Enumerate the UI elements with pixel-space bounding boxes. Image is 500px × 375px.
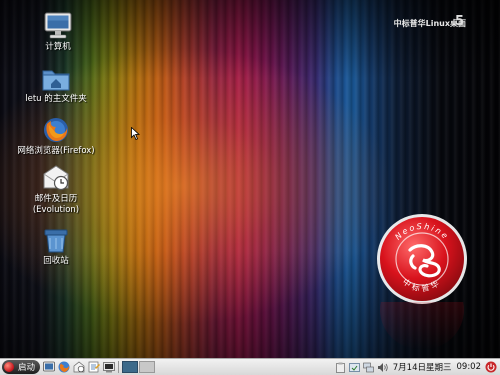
clock-date[interactable]: 7月14日星期三 <box>393 361 452 373</box>
desktop-icon-label: 网络浏览器(Firefox) <box>17 146 95 156</box>
office-launcher-icon[interactable] <box>88 361 101 373</box>
taskbar-separator <box>118 361 120 373</box>
system-tray: 7月14日星期三 09:02 <box>332 361 500 373</box>
start-menu-icon <box>4 362 14 372</box>
desktop-icon-label: 计算机 <box>45 42 71 52</box>
desktop-icon-label-line2: (Evolution) <box>32 205 80 215</box>
logo-reflection <box>380 302 464 350</box>
desktop[interactable]: 计算机 letu 的主文件夹 网络浏览器(Firefox) 邮件及日历 (Evo… <box>0 0 500 358</box>
workspace-1[interactable] <box>122 361 139 373</box>
trash-icon <box>44 229 68 253</box>
update-icon[interactable] <box>348 362 360 373</box>
desktop-icon-label: 回收站 <box>43 256 69 266</box>
power-icon[interactable] <box>485 361 497 373</box>
desktop-icon-evolution[interactable]: 邮件及日历 (Evolution) <box>24 164 88 216</box>
desktop-icon-label-line1: 邮件及日历 <box>34 194 78 204</box>
taskbar: 启动 7月14日星期三 09:02 <box>0 358 500 375</box>
clipboard-icon[interactable] <box>335 362 346 373</box>
mouse-cursor-icon <box>131 127 140 140</box>
desktop-icon-label: letu 的主文件夹 <box>25 94 87 104</box>
start-button[interactable]: 启动 <box>2 360 41 374</box>
network-icon[interactable] <box>362 362 374 373</box>
desktop-icon-home-folder[interactable]: letu 的主文件夹 <box>20 66 92 105</box>
computer-icon <box>44 12 72 39</box>
desktop-icon-computer[interactable]: 计算机 <box>38 12 78 53</box>
firefox-icon <box>44 118 68 142</box>
desktop-icon-trash[interactable]: 回收站 <box>36 228 76 267</box>
mail-calendar-icon <box>43 165 69 191</box>
mail-launcher-icon[interactable] <box>73 361 85 373</box>
home-folder-icon <box>42 70 70 91</box>
terminal-launcher-icon[interactable] <box>103 361 115 373</box>
clock-time[interactable]: 09:02 <box>457 362 482 372</box>
brand-version: 5 <box>454 14 464 29</box>
desktop-icon-firefox[interactable]: 网络浏览器(Firefox) <box>14 116 98 157</box>
start-button-label: 启动 <box>18 363 36 373</box>
show-desktop-icon[interactable] <box>43 361 55 373</box>
volume-icon[interactable] <box>377 362 388 373</box>
browser-launcher-icon[interactable] <box>58 361 70 373</box>
workspace-2[interactable] <box>139 361 156 373</box>
neoshine-logo: NeoShine 中标普华 <box>377 214 467 304</box>
